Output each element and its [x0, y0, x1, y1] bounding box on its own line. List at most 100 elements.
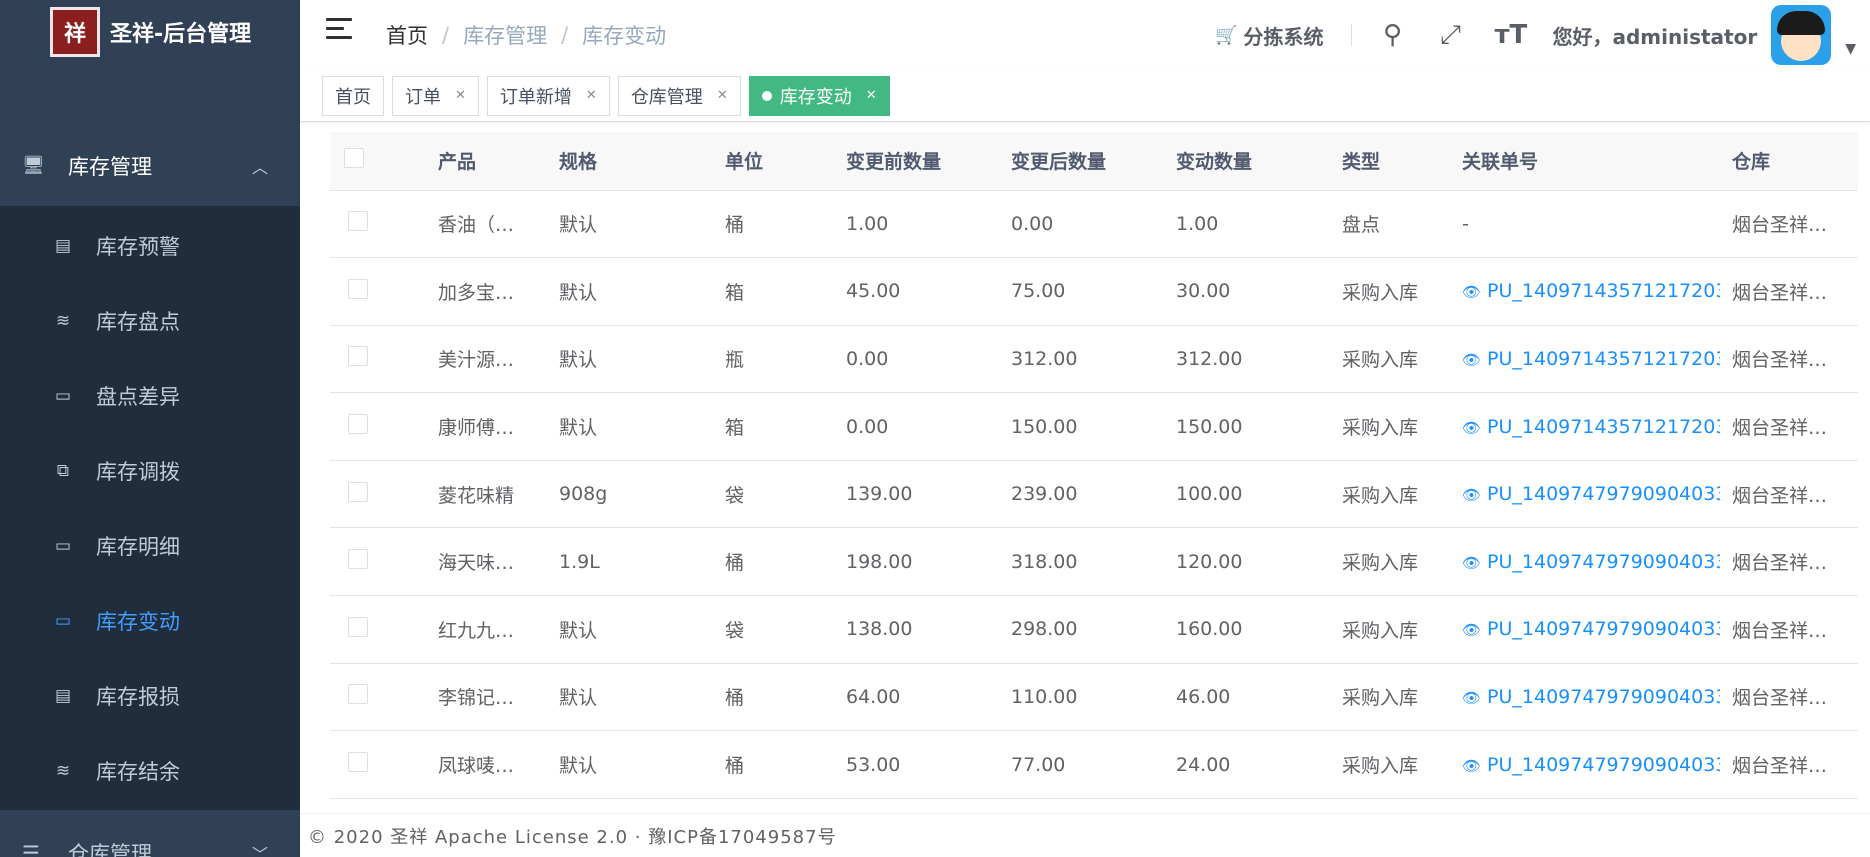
sidebar-item-stock-detail[interactable]: ▭ 库存明细: [0, 508, 300, 583]
row-checkbox-cell: [330, 595, 426, 664]
ref-link[interactable]: PU_1409747979090403328: [1487, 686, 1720, 708]
menu-group-label: 仓库管理: [68, 842, 152, 857]
font-size-icon[interactable]: тT: [1494, 20, 1527, 50]
table-row[interactable]: 加多宝… 默认箱 45.00 75.00 30.00 采购入库 👁 PU_1409714357…: [330, 257, 1858, 326]
table-row[interactable]: 康师傅… 默认箱 0.00 150.00 150.00 采购入库 👁 PU_140971435…: [330, 392, 1858, 461]
sidebar-item-stock-loss[interactable]: ▤ 库存报损: [0, 658, 300, 733]
ref-link[interactable]: PU_1409747979090403328: [1487, 754, 1720, 776]
column-header[interactable]: 产品: [426, 132, 547, 191]
eye-icon: 👁: [1462, 418, 1482, 437]
tag-order[interactable]: 订单 ✕: [392, 75, 479, 116]
table-row[interactable]: 凤球唛… 默认桶 53.00 77.00 24.00 采购入库 👁 PU_1409747979…: [330, 730, 1858, 799]
hamburger-icon[interactable]: [326, 18, 352, 40]
footer-text: © 2020 圣祥 Apache License 2.0 · 豫ICP备1704…: [308, 826, 837, 848]
ref-link[interactable]: PU_1409714357121720320: [1487, 280, 1720, 302]
table-row[interactable]: 李锦记… 默认桶 64.00 110.00 46.00 采购入库 👁 PU_140974797…: [330, 663, 1858, 732]
menu-group-inventory[interactable]: 🖥 库存管理 ︿: [0, 126, 300, 206]
sidebar-item-label: 库存结余: [96, 759, 180, 784]
cell-type: 采购入库: [1330, 460, 1450, 529]
cell-type: 采购入库: [1330, 527, 1450, 597]
cell-change: 46.00: [1164, 663, 1330, 732]
tag-order-add[interactable]: 订单新增 ✕: [486, 75, 610, 116]
cell-ref[interactable]: 👁 PU_1409714357121720320: [1450, 392, 1720, 461]
search-icon[interactable]: ⚲: [1378, 20, 1406, 50]
cell-ref[interactable]: 👁 PU_1409747979090403328: [1450, 595, 1720, 664]
logo[interactable]: 祥 圣祥-后台管理: [0, 0, 300, 64]
monitor-icon: ▭: [54, 385, 72, 406]
sidebar-item-stock-transfer[interactable]: ⧉ 库存调拨: [0, 433, 300, 508]
user-greeting: 您好，administator: [1552, 24, 1758, 49]
sort-system-button[interactable]: 🛒 分拣系统: [1215, 21, 1323, 50]
cell-ref[interactable]: 👁 PU_1409714357121720320: [1450, 257, 1720, 326]
close-icon[interactable]: ✕: [455, 88, 466, 103]
row-checkbox[interactable]: [348, 346, 368, 367]
cell-type: 盘点: [1330, 190, 1450, 259]
sidebar-item-stock-change[interactable]: ▭ 库存变动: [0, 583, 300, 658]
table-row[interactable]: 菱花味精 908g 袋 139.00 239.00 100.00 采购入库 👁 PU_14097…: [330, 460, 1858, 529]
column-header[interactable]: 类型: [1330, 132, 1450, 191]
menu-group-warehouse[interactable]: ☰ 仓库管理 ﹀: [0, 810, 300, 857]
cell-ref[interactable]: 👁 PU_1409747979090403328: [1450, 663, 1720, 732]
row-checkbox[interactable]: [348, 278, 368, 299]
ref-link[interactable]: PU_1409747979090403328: [1487, 483, 1720, 505]
close-icon[interactable]: ✕: [717, 88, 728, 103]
row-checkbox[interactable]: [348, 616, 368, 637]
table-header: 产品 规格 单位 变更前数量 变更后数量 变动数量 类型 关联单号 仓库: [330, 132, 1858, 191]
column-header[interactable]: 变更后数量: [999, 132, 1164, 191]
column-header[interactable]: 仓库: [1720, 132, 1858, 191]
breadcrumb-home[interactable]: 首页: [386, 20, 428, 50]
column-header[interactable]: 变动数量: [1164, 132, 1330, 191]
row-checkbox[interactable]: [348, 752, 368, 773]
tag-warehouse[interactable]: 仓库管理 ✕: [617, 75, 741, 116]
row-checkbox[interactable]: [348, 549, 368, 570]
tag-home[interactable]: 首页: [322, 75, 384, 116]
cell-ref[interactable]: 👁 PU_1409747979090403328: [1450, 460, 1720, 529]
cell-spec: 默认: [547, 190, 713, 259]
sidebar-item-stock-count[interactable]: ≋ 库存盘点: [0, 283, 300, 358]
ref-link[interactable]: PU_1409714357121720320: [1487, 348, 1720, 370]
sidebar-item-stock-balance[interactable]: ≋ 库存结余: [0, 733, 300, 808]
select-all-checkbox[interactable]: [344, 148, 364, 169]
database-icon: ≋: [55, 760, 71, 781]
cell-unit: 袋: [713, 595, 834, 664]
cell-unit: 箱: [713, 392, 834, 461]
row-checkbox[interactable]: [348, 684, 368, 705]
cell-after: 298.00: [999, 595, 1164, 664]
row-checkbox[interactable]: [348, 414, 368, 435]
cell-unit: 桶: [713, 663, 834, 732]
table-row[interactable]: 海天味… 1.9L 桶 198.00 318.00 120.00 采购入库 👁 PU_14097…: [330, 527, 1858, 597]
table-row[interactable]: 美汁源… 默认瓶 0.00 312.00 312.00 采购入库 👁 PU_140971435…: [330, 325, 1858, 394]
cell-type: 采购入库: [1330, 257, 1450, 326]
column-header[interactable]: 规格: [547, 132, 713, 191]
row-checkbox[interactable]: [348, 481, 368, 502]
cell-before: 139.00: [834, 460, 999, 529]
column-header[interactable]: 关联单号: [1450, 132, 1720, 191]
close-icon[interactable]: ✕: [586, 88, 597, 103]
sidebar-item-stock-warning[interactable]: ▤ 库存预警: [0, 208, 300, 283]
column-header[interactable]: 变更前数量: [834, 132, 999, 191]
cell-ref[interactable]: 👁 PU_1409747979090403328: [1450, 527, 1720, 597]
sidebar-item-label: 库存变动: [96, 609, 180, 634]
cell-spec: 默认: [547, 325, 713, 394]
ref-link[interactable]: PU_1409747979090403328: [1487, 618, 1720, 640]
sort-system-label: 分拣系统: [1243, 24, 1324, 49]
fullscreen-icon[interactable]: ⤢: [1436, 20, 1464, 51]
sidebar-item-count-diff[interactable]: ▭ 盘点差异: [0, 358, 300, 433]
tag-stock-change[interactable]: 库存变动 ✕: [748, 75, 890, 116]
row-checkbox[interactable]: [348, 211, 368, 232]
ref-link[interactable]: PU_1409714357121720320: [1487, 416, 1720, 438]
cell-ref[interactable]: 👁 PU_1409747979090403328: [1450, 730, 1720, 799]
table-row[interactable]: 红九九… 默认袋 138.00 298.00 160.00 采购入库 👁 PU_1409747…: [330, 595, 1858, 664]
ref-link[interactable]: PU_1409747979090403328: [1487, 551, 1720, 573]
table-row[interactable]: 香油（… 默认桶 1.00 0.00 1.00 盘点 - 烟台圣祥总仓库: [330, 190, 1858, 259]
cell-ref[interactable]: 👁 PU_1409714357121720320: [1450, 325, 1720, 394]
cell-change: 312.00: [1164, 325, 1330, 394]
avatar[interactable]: [1771, 5, 1832, 65]
close-icon[interactable]: ✕: [866, 88, 877, 103]
caret-down-icon[interactable]: ▼: [1845, 41, 1856, 57]
cell-warehouse: 烟台圣祥总仓库: [1720, 460, 1858, 529]
cell-unit: 桶: [713, 527, 834, 597]
column-header[interactable]: 单位: [713, 132, 834, 191]
row-checkbox-cell: [330, 527, 426, 597]
row-checkbox-cell: [330, 460, 426, 529]
